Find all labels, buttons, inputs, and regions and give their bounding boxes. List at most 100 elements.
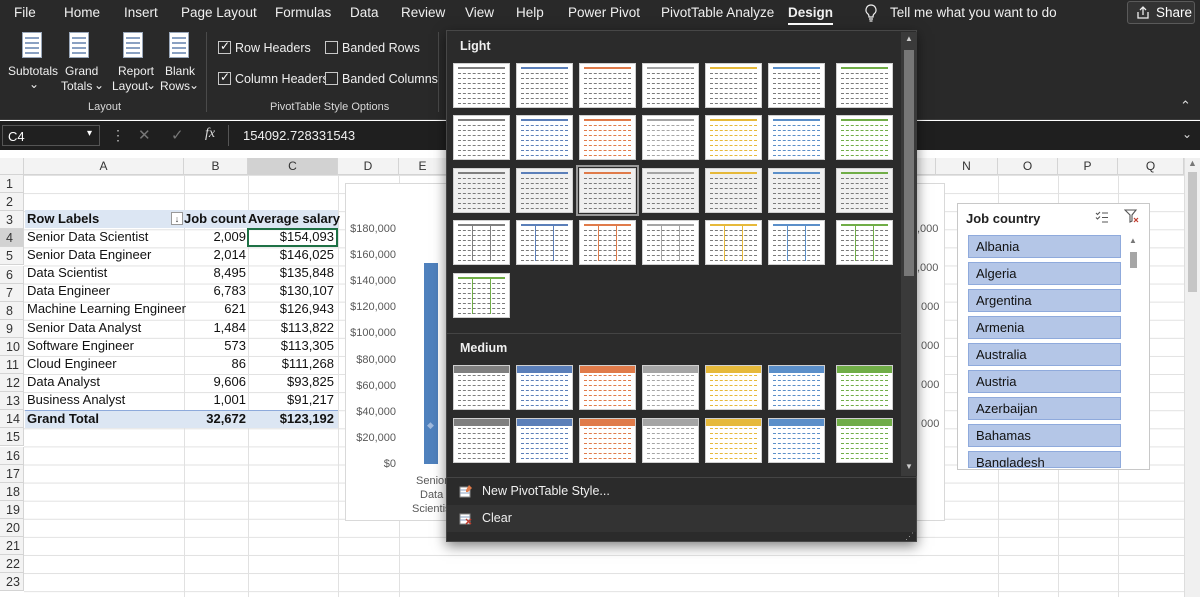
formula-input[interactable]: 154092.728331543 bbox=[243, 128, 355, 143]
table-style-tile[interactable] bbox=[453, 115, 510, 160]
row-header[interactable]: 2 bbox=[0, 193, 24, 212]
pivot-row-salary[interactable]: $130,107 bbox=[248, 282, 334, 300]
grand-totals-button[interactable]: Grand bbox=[65, 64, 98, 79]
table-style-tile[interactable] bbox=[836, 168, 893, 213]
menu-data[interactable]: Data bbox=[350, 5, 379, 20]
row-header[interactable]: 23 bbox=[0, 573, 24, 592]
average-salary-header[interactable]: Average salary bbox=[248, 210, 340, 228]
table-style-tile[interactable] bbox=[836, 220, 893, 265]
slicer-item[interactable]: Armenia bbox=[968, 316, 1121, 339]
table-style-tile[interactable] bbox=[705, 365, 762, 410]
pivot-row-count[interactable]: 1,484 bbox=[184, 319, 246, 337]
menu-help[interactable]: Help bbox=[516, 5, 544, 20]
row-header[interactable]: 21 bbox=[0, 537, 24, 555]
pivot-row-label[interactable]: Data Analyst bbox=[27, 373, 100, 391]
pivot-row-salary[interactable]: $93,825 bbox=[248, 373, 334, 391]
pivot-row-label[interactable]: Senior Data Scientist bbox=[27, 228, 148, 246]
table-style-tile[interactable] bbox=[453, 63, 510, 108]
blank-rows-button[interactable]: Blank bbox=[165, 64, 195, 79]
table-style-tile[interactable] bbox=[768, 63, 825, 108]
table-style-tile[interactable] bbox=[642, 63, 699, 108]
pivot-row-count[interactable]: 86 bbox=[184, 355, 246, 373]
table-style-tile[interactable] bbox=[705, 63, 762, 108]
menu-home[interactable]: Home bbox=[64, 5, 100, 20]
pivot-row-count[interactable]: 8,495 bbox=[184, 264, 246, 282]
row-header[interactable]: 22 bbox=[0, 555, 24, 574]
pivot-row-label[interactable]: Machine Learning Engineer bbox=[27, 300, 186, 318]
share-button[interactable]: Share bbox=[1127, 1, 1195, 24]
slicer-scrollbar[interactable]: ▲ bbox=[1127, 236, 1140, 464]
collapse-ribbon-icon[interactable]: ⌃ bbox=[1180, 98, 1191, 114]
tell-me-search[interactable]: Tell me what you want to do bbox=[890, 5, 1057, 20]
pivot-row-label[interactable]: Business Analyst bbox=[27, 391, 125, 409]
table-style-tile[interactable] bbox=[768, 418, 825, 463]
table-style-tile[interactable] bbox=[579, 63, 636, 108]
vertical-scrollbar[interactable]: ▲ bbox=[1184, 158, 1200, 597]
column-headers-checkbox[interactable] bbox=[218, 70, 231, 85]
table-style-tile[interactable] bbox=[836, 115, 893, 160]
gallery-scroll-thumb[interactable] bbox=[904, 50, 914, 276]
job-country-slicer[interactable]: Job country Albania Algeria Argentina Armen… bbox=[957, 203, 1150, 470]
table-style-tile[interactable] bbox=[768, 115, 825, 160]
table-style-tile[interactable] bbox=[579, 220, 636, 265]
table-style-tile[interactable] bbox=[579, 115, 636, 160]
column-header-m[interactable] bbox=[917, 158, 936, 175]
report-layout-button-line2[interactable]: Layout bbox=[112, 79, 148, 94]
pivot-row-label[interactable]: Senior Data Engineer bbox=[27, 246, 151, 264]
row-header[interactable]: 14 bbox=[0, 410, 24, 429]
table-style-tile[interactable] bbox=[642, 220, 699, 265]
table-style-tile[interactable] bbox=[705, 418, 762, 463]
menu-page-layout[interactable]: Page Layout bbox=[181, 5, 257, 20]
pivot-row-label[interactable]: Software Engineer bbox=[27, 337, 134, 355]
row-headers-checkbox[interactable] bbox=[218, 39, 231, 54]
column-header-d[interactable]: D bbox=[338, 158, 399, 175]
table-style-tile[interactable] bbox=[768, 365, 825, 410]
table-style-tile[interactable] bbox=[576, 165, 639, 216]
table-style-tile[interactable] bbox=[642, 168, 699, 213]
row-header[interactable]: 1 bbox=[0, 175, 24, 193]
banded-columns-checkbox[interactable] bbox=[325, 72, 338, 85]
row-header[interactable]: 20 bbox=[0, 518, 24, 537]
pivot-row-salary[interactable]: $113,305 bbox=[248, 337, 334, 355]
table-style-tile[interactable] bbox=[453, 418, 510, 463]
row-header[interactable]: 10 bbox=[0, 337, 24, 356]
table-style-tile[interactable] bbox=[453, 365, 510, 410]
column-header-o[interactable]: O bbox=[998, 158, 1058, 175]
filter-dropdown-icon[interactable]: ↓ bbox=[171, 212, 183, 225]
slicer-item[interactable]: Australia bbox=[968, 343, 1121, 366]
menu-power-pivot[interactable]: Power Pivot bbox=[568, 5, 640, 20]
multi-select-icon[interactable] bbox=[1095, 210, 1109, 224]
more-options-icon[interactable]: ⋮ bbox=[111, 127, 125, 144]
row-header[interactable]: 12 bbox=[0, 374, 24, 393]
table-style-tile[interactable] bbox=[516, 365, 573, 410]
new-pivottable-style-item[interactable]: New PivotTable Style... bbox=[447, 477, 916, 504]
clear-filter-icon[interactable] bbox=[1124, 209, 1140, 224]
grand-total-salary[interactable]: $123,192 bbox=[248, 410, 334, 428]
table-style-tile[interactable] bbox=[642, 418, 699, 463]
table-style-tile[interactable] bbox=[705, 168, 762, 213]
table-style-tile[interactable] bbox=[579, 418, 636, 463]
table-style-tile[interactable] bbox=[642, 365, 699, 410]
table-style-tile[interactable] bbox=[705, 115, 762, 160]
table-style-tile[interactable] bbox=[516, 63, 573, 108]
job-count-header[interactable]: Job count bbox=[184, 210, 246, 228]
column-header-c[interactable]: C bbox=[248, 158, 338, 175]
row-header[interactable]: 18 bbox=[0, 482, 24, 501]
slicer-item[interactable]: Bangladesh bbox=[968, 451, 1121, 468]
pivot-row-count[interactable]: 621 bbox=[184, 300, 246, 318]
pivot-row-label[interactable]: Data Scientist bbox=[27, 264, 107, 282]
pivot-row-salary[interactable]: $135,848 bbox=[248, 264, 334, 282]
menu-insert[interactable]: Insert bbox=[124, 5, 158, 20]
grand-total-label[interactable]: Grand Total bbox=[27, 410, 99, 428]
slicer-item[interactable]: Austria bbox=[968, 370, 1121, 393]
grand-total-count[interactable]: 32,672 bbox=[184, 410, 246, 428]
row-header[interactable]: 19 bbox=[0, 500, 24, 519]
table-style-tile[interactable] bbox=[768, 220, 825, 265]
pivot-row-label[interactable]: Cloud Engineer bbox=[27, 355, 117, 373]
table-style-tile[interactable] bbox=[453, 273, 510, 318]
report-layout-button[interactable]: Report bbox=[118, 64, 154, 79]
row-header[interactable]: 11 bbox=[0, 356, 24, 374]
name-box-dropdown-icon[interactable]: ▾ bbox=[87, 128, 92, 139]
column-header-n[interactable]: N bbox=[936, 158, 998, 175]
row-header[interactable]: 16 bbox=[0, 446, 24, 465]
